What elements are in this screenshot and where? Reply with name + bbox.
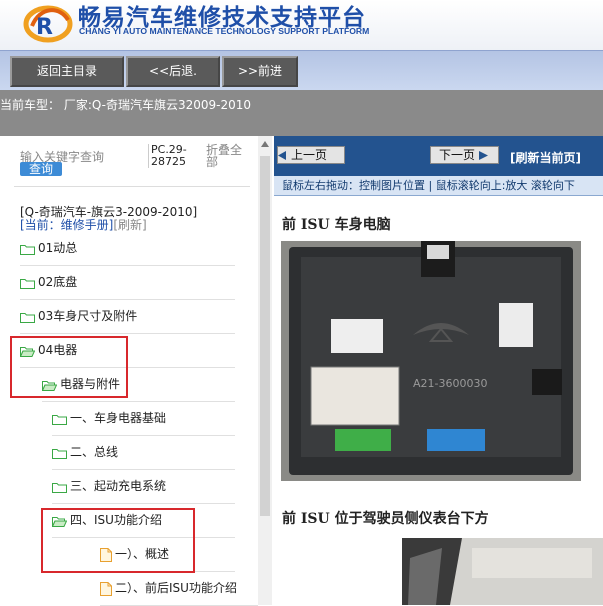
pc-code: PC.29-28725 [148,144,201,168]
sidebar: 输入关键字查询 查询 PC.29-28725 折叠全部 [Q-奇瑞汽车-旗云3-… [0,136,258,606]
prev-page-button[interactable]: 上一页 [277,146,345,164]
refresh-page-link[interactable]: [刷新当前页] [510,149,581,166]
part-number-label: A21-3600030 [413,377,487,390]
section-title: 前 ISU 车身电脑 [282,217,391,233]
folder-icon [52,414,67,425]
tree-item-label: 01动总 [38,241,78,255]
scrollbar-thumb[interactable] [260,156,270,516]
back-button[interactable]: <<后退. [126,56,220,87]
folder-icon [20,244,35,255]
arrow-right-icon [479,151,489,160]
cy-logo-icon: R [23,5,73,43]
tree-item[interactable]: 01动总 [20,232,235,266]
next-page-button[interactable]: 下一页 [430,146,499,164]
tree-item[interactable]: 二、总线 [52,436,235,470]
app-header: R 畅易汽车维修技术支持平台 CHANG YI AUTO MAINTENANCE… [0,0,603,50]
prev-page-label: 上一页 [291,148,328,162]
current-manual: [当前：维修手册] [20,218,114,232]
tree-item-label: 二、总线 [70,445,119,459]
highlight-box [41,508,195,573]
home-button[interactable]: 返回主目录 [10,56,124,87]
tree-item-label: 03车身尺寸及附件 [38,309,138,323]
folder-icon [52,448,67,459]
tree-item[interactable]: 二）、前后ISU功能介绍 [100,572,258,606]
collapse-all-link[interactable]: 折叠全部 [206,144,246,168]
tree-item[interactable]: 一、车身电器基础 [52,402,235,436]
content-viewer: 上一页 下一页 [刷新当前页] 鼠标左右拖动：控制图片位置 | 鼠标滚轮向上:放… [274,136,603,605]
document-icon [100,581,112,596]
folder-icon [20,312,35,323]
tree-item-label: 三、起动充电系统 [70,479,167,493]
svg-text:R: R [36,15,53,40]
refresh-tree-link[interactable]: [刷新] [113,218,146,232]
viewer-tip-text: 鼠标左右拖动：控制图片位置 | 鼠标滚轮向上:放大 滚轮向下 [282,179,575,192]
tree-item[interactable]: 02底盘 [20,266,235,300]
tree-item-label: 02底盘 [38,275,78,289]
viewer-toolbar: 上一页 下一页 [刷新当前页] [274,136,603,176]
arrow-left-icon [278,151,286,160]
tree-item-label: 二）、前后ISU功能介绍 [115,581,237,595]
main-nav: 返回主目录 <<后退. >>前进 [0,50,603,91]
forward-button[interactable]: >>前进 [222,56,298,87]
model-info: [Q-奇瑞汽车-旗云3-2009-2010] [当前：维修手册][刷新] [20,206,197,232]
app-subtitle: CHANG YI AUTO MAINTENANCE TECHNOLOGY SUP… [79,26,370,36]
tree-item[interactable]: 三、起动充电系统 [52,470,235,504]
highlight-box [10,336,128,398]
viewer-tip: 鼠标左右拖动：控制图片位置 | 鼠标滚轮向上:放大 滚轮向下 [274,176,603,196]
scroll-up-icon[interactable] [261,141,269,147]
search-button[interactable]: 查询 [20,162,63,176]
folder-icon [52,482,67,493]
current-car-bar: 当前车型： 厂家:Q-奇瑞汽车旗云32009-2010 [0,90,603,136]
current-car-label: 当前车型： 厂家:Q-奇瑞汽车旗云32009-2010 [0,98,252,112]
folder-icon [20,278,35,289]
section-title-2: 前 ISU 位于驾驶员侧仪表台下方 [282,511,489,527]
sidebar-scrollbar[interactable] [258,136,272,605]
isu-module-photo[interactable]: A21-3600030 [281,241,581,481]
divider [14,186,250,187]
dashboard-photo[interactable] [402,538,603,605]
tree-item[interactable]: 03车身尺寸及附件 [20,300,235,334]
next-page-label: 下一页 [439,148,476,162]
tree-item-label: 一、车身电器基础 [70,411,167,425]
